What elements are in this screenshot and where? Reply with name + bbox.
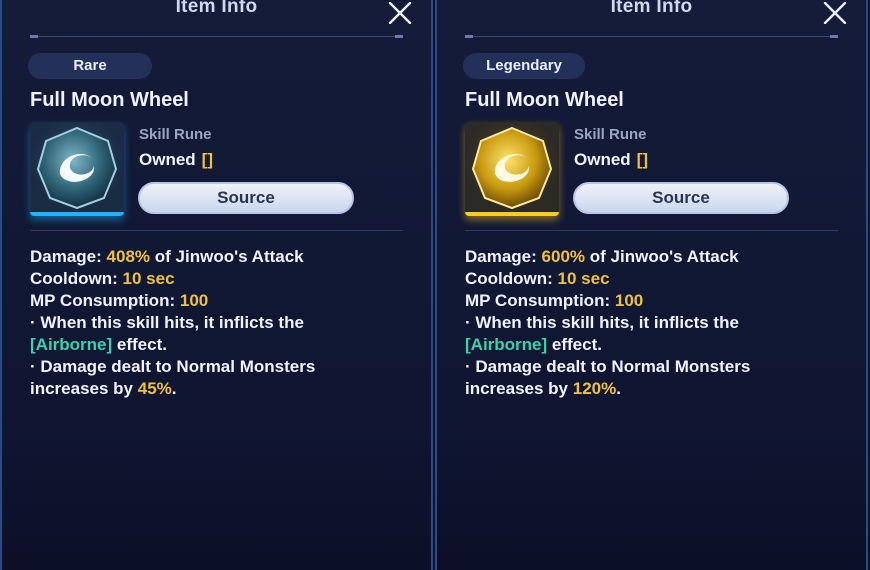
damage-label: Damage: — [465, 247, 537, 266]
bullet1-line2: [Airborne] effect. — [30, 334, 410, 356]
content-divider — [30, 230, 403, 231]
bullet2-line1: · Damage dealt to Normal Monsters — [30, 357, 316, 376]
panel-title: Item Info — [175, 0, 258, 17]
skill-rune-icon — [465, 122, 559, 216]
close-icon[interactable] — [387, 1, 413, 25]
mp-value: 100 — [179, 291, 209, 310]
bullet1-end: effect. — [551, 335, 602, 354]
owned-count: Owned [] — [574, 150, 648, 170]
damage-line: Damage: 600% of Jinwoo's Attack — [465, 246, 845, 268]
damage-suffix: of Jinwoo's Attack — [589, 247, 739, 266]
bullet1-line1: · When this skill hits, it inflicts the — [30, 313, 304, 332]
bullet2-prefix: increases by — [30, 379, 134, 398]
cooldown-line: Cooldown: 10 sec — [30, 268, 410, 290]
mp-line: MP Consumption: 100 — [30, 290, 410, 312]
damage-line: Damage: 408% of Jinwoo's Attack — [30, 246, 410, 268]
header-divider — [465, 35, 838, 38]
bullet2-end: . — [171, 379, 177, 398]
header-divider — [30, 35, 403, 38]
skill-description: Damage: 408% of Jinwoo's Attack Cooldown… — [30, 246, 410, 400]
bullet2-line2: increases by 120%. — [465, 378, 845, 400]
bullet1-line2: [Airborne] effect. — [465, 334, 845, 356]
cooldown-label: Cooldown: — [30, 269, 118, 288]
item-name: Full Moon Wheel — [30, 89, 189, 111]
item-name: Full Moon Wheel — [465, 89, 624, 111]
source-button[interactable]: Source — [138, 182, 354, 214]
close-icon[interactable] — [822, 1, 848, 25]
owned-label: Owned — [574, 150, 631, 169]
damage-label: Damage: — [30, 247, 102, 266]
owned-value: [] — [201, 150, 213, 169]
bullet2-end: . — [616, 379, 621, 398]
damage-value: 408% — [106, 247, 151, 266]
item-type: Skill Rune — [574, 126, 647, 143]
cooldown-line: Cooldown: 10 sec — [465, 268, 845, 290]
mp-label: MP Consumption: — [30, 291, 176, 310]
source-button[interactable]: Source — [573, 182, 789, 214]
bullet2-value: 45% — [137, 379, 172, 398]
bullet2-line2: increases by 45%. — [30, 378, 410, 400]
mp-line: MP Consumption: 100 — [465, 290, 845, 312]
skill-description: Damage: 600% of Jinwoo's Attack Cooldown… — [465, 246, 845, 400]
owned-count: Owned [] — [139, 150, 213, 170]
bullet2-line1: · Damage dealt to Normal Monsters — [465, 357, 751, 376]
damage-suffix: of Jinwoo's Attack — [154, 247, 304, 266]
bullet1-end: effect. — [116, 335, 167, 354]
airborne-tag: [Airborne] — [465, 335, 548, 354]
item-info-panel-rare: Item Info Rare Full Moon Wheel Skill Run… — [0, 0, 433, 570]
bullet1-line1: · When this skill hits, it inflicts the — [465, 313, 739, 332]
rarity-badge: Rare — [28, 53, 152, 79]
airborne-tag: [Airborne] — [30, 335, 113, 354]
cooldown-value: 10 sec — [557, 269, 610, 288]
rarity-badge: Legendary — [463, 53, 585, 79]
owned-value: [] — [636, 150, 648, 169]
skill-rune-icon — [30, 122, 124, 216]
damage-value: 600% — [541, 247, 586, 266]
item-type: Skill Rune — [139, 126, 212, 143]
item-info-compare-view: Item Info Rare Full Moon Wheel Skill Run… — [0, 0, 870, 570]
mp-label: MP Consumption: — [465, 291, 611, 310]
panel-title: Item Info — [610, 0, 693, 17]
content-divider — [465, 230, 838, 231]
owned-label: Owned — [139, 150, 196, 169]
bullet2-prefix: increases by — [465, 379, 569, 398]
item-info-panel-legendary: Item Info Legendary Full Moon Wheel Skil… — [435, 0, 868, 570]
mp-value: 100 — [614, 291, 644, 310]
cooldown-label: Cooldown: — [465, 269, 553, 288]
cooldown-value: 10 sec — [122, 269, 175, 288]
bullet2-value: 120% — [572, 379, 617, 398]
